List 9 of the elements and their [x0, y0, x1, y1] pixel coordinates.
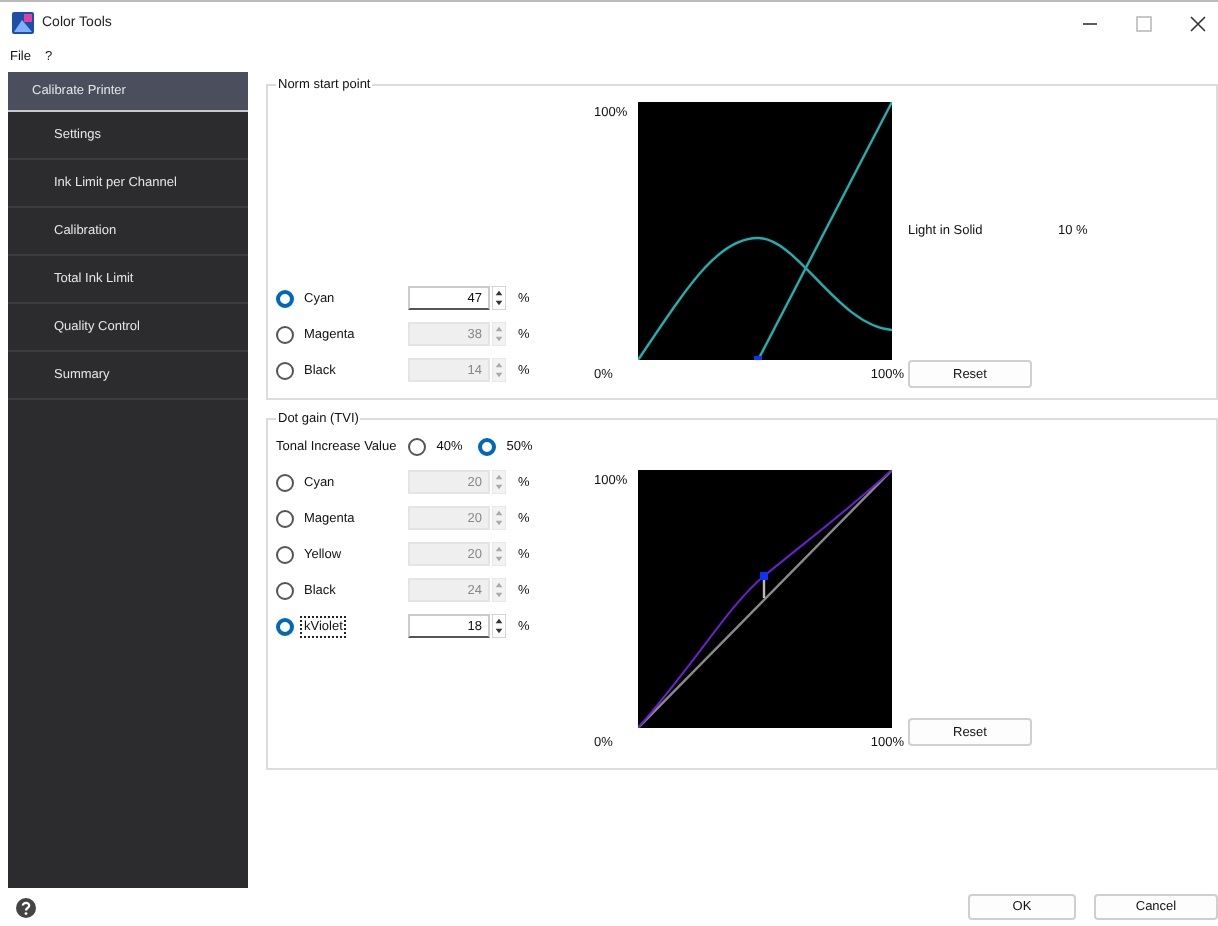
radio-button[interactable]	[478, 437, 497, 455]
spinner-control[interactable]	[492, 614, 506, 638]
radio-button[interactable]	[408, 437, 427, 455]
close-icon[interactable]	[1190, 15, 1206, 31]
help-icon[interactable]	[16, 897, 36, 917]
radio-button[interactable]	[276, 289, 294, 307]
radio-button[interactable]	[276, 617, 294, 635]
spinner-control[interactable]	[492, 286, 506, 310]
app-icon	[12, 12, 34, 34]
